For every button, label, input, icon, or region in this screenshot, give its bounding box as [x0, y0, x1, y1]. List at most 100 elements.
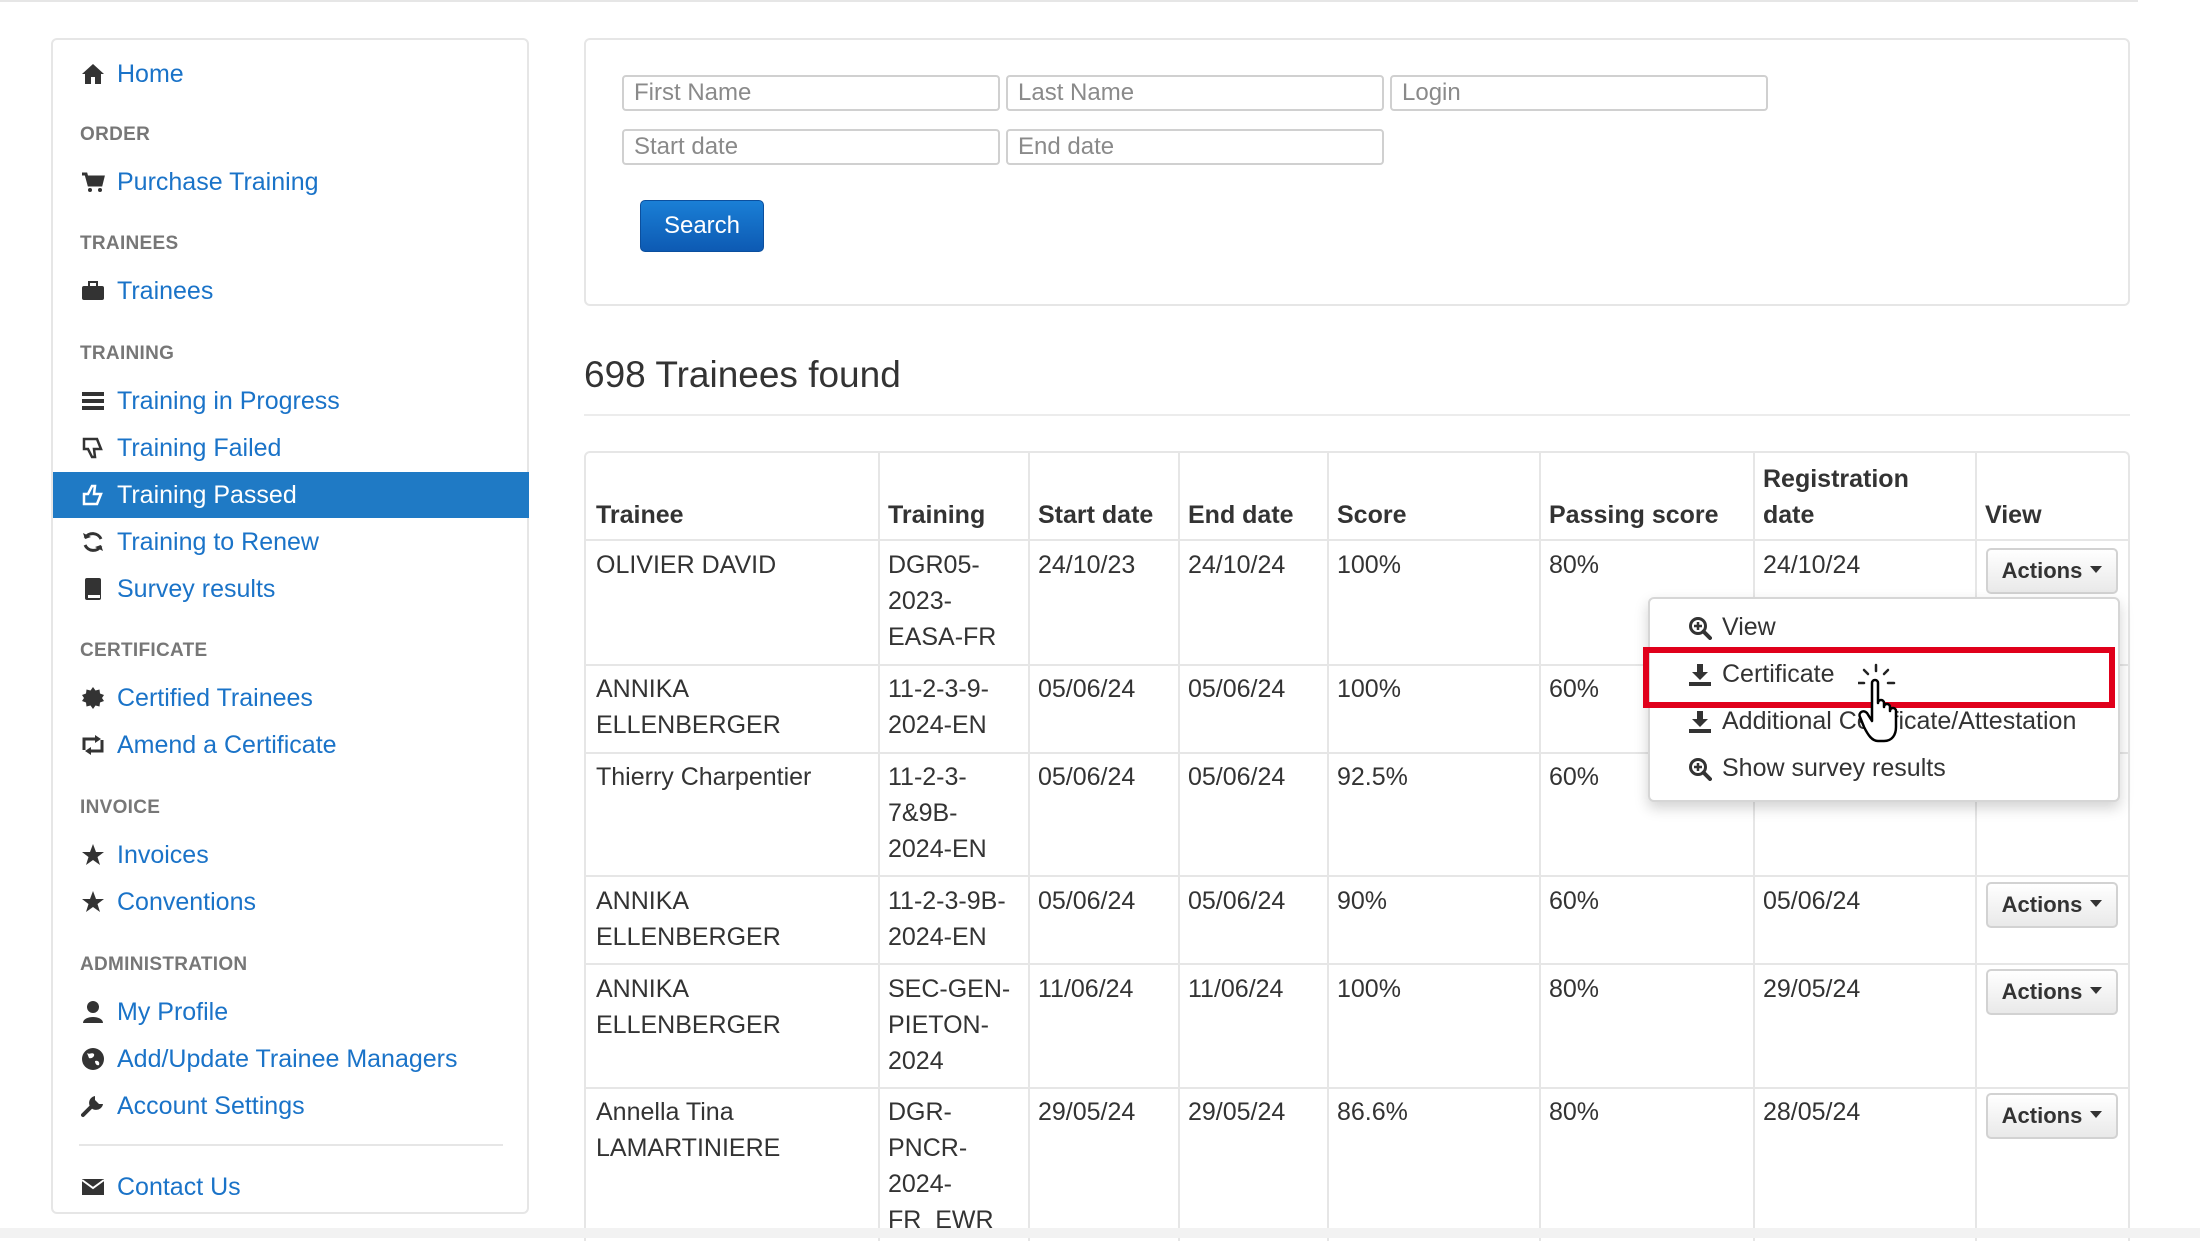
- cell-registration-date: 28/05/24: [1763, 1098, 1861, 1126]
- sidebar-item-my-profile[interactable]: My Profile: [53, 989, 529, 1035]
- caret-down-icon: [2090, 986, 2103, 994]
- star-icon: [80, 842, 106, 868]
- cell-training: DGR05- 2023- EASA-FR: [888, 551, 997, 651]
- cell-trainee: Annella Tina LAMARTINIERE: [596, 1098, 781, 1162]
- download-icon: [1688, 710, 1712, 734]
- cell-registration-date: 05/06/24: [1763, 887, 1861, 915]
- retweet-icon: [80, 732, 106, 758]
- caret-down-icon: [2090, 1110, 2103, 1118]
- sidebar-item-label: Certified Trainees: [117, 683, 313, 712]
- actions-label: Actions: [2001, 1103, 2083, 1128]
- results-count: 698 Trainees found: [584, 354, 901, 395]
- search-panel: Search: [584, 38, 2130, 306]
- sidebar-divider: [79, 1144, 503, 1146]
- sidebar-item-label: Invoices: [117, 840, 209, 869]
- menu-item-view[interactable]: View: [1688, 613, 1776, 642]
- sidebar-item-label: Add/Update Trainee Managers: [117, 1044, 458, 1073]
- header-registration-date: Registration date: [1763, 465, 1909, 529]
- sidebar-item-invoices[interactable]: Invoices: [53, 832, 529, 878]
- refresh-icon: [80, 529, 106, 555]
- cell-end-date: 11/06/24: [1188, 975, 1284, 1003]
- start-date-input[interactable]: [622, 129, 1000, 165]
- sidebar-item-label: Purchase Training: [117, 167, 319, 196]
- actions-button[interactable]: Actions: [1986, 969, 2118, 1015]
- header-start-date: Start date: [1038, 501, 1154, 529]
- row-divider: [586, 539, 2128, 541]
- envelope-icon: [80, 1174, 106, 1200]
- globe-icon: [80, 1046, 106, 1072]
- sidebar-item-purchase-training[interactable]: Purchase Training: [53, 159, 529, 205]
- sidebar-item-contact-us[interactable]: Contact Us: [53, 1164, 529, 1210]
- sidebar-item-label: Training Passed: [117, 480, 297, 509]
- cell-trainee: Thierry Charpentier: [596, 763, 812, 791]
- column-divider: [1975, 453, 1977, 1241]
- sidebar-item-survey-results[interactable]: Survey results: [53, 566, 529, 612]
- cell-end-date: 05/06/24: [1188, 887, 1286, 915]
- cell-score: 92.5%: [1337, 763, 1408, 791]
- sidebar-item-label: Trainees: [117, 276, 214, 305]
- menu-item-label: View: [1722, 613, 1776, 641]
- sidebar-item-add-update-managers[interactable]: Add/Update Trainee Managers: [53, 1036, 529, 1082]
- cell-passing-score: 80%: [1549, 1098, 1600, 1126]
- cell-passing-score: 80%: [1549, 975, 1600, 1003]
- first-name-input[interactable]: [622, 75, 1000, 111]
- sidebar-item-account-settings[interactable]: Account Settings: [53, 1083, 529, 1129]
- sidebar-item-training-failed[interactable]: Training Failed: [53, 425, 529, 471]
- caret-down-icon: [2090, 899, 2103, 907]
- search-button[interactable]: Search: [640, 200, 764, 252]
- cell-registration-date: 29/05/24: [1763, 975, 1861, 1003]
- cell-passing-score: 60%: [1549, 887, 1600, 915]
- column-divider: [1327, 453, 1329, 1241]
- cell-end-date: 24/10/24: [1188, 551, 1286, 579]
- actions-button[interactable]: Actions: [1986, 882, 2118, 928]
- wrench-icon: [80, 1093, 106, 1119]
- sidebar-item-label: My Profile: [117, 997, 229, 1026]
- hand-cursor-icon: [1858, 663, 1898, 743]
- column-divider: [1539, 453, 1541, 1241]
- header-passing-score: Passing score: [1549, 501, 1719, 529]
- thumbs-up-icon: [80, 482, 106, 508]
- row-divider: [586, 963, 2128, 965]
- sidebar-item-label: Home: [117, 59, 184, 88]
- cart-icon: [80, 169, 106, 195]
- sidebar-item-training-in-progress[interactable]: Training in Progress: [53, 378, 529, 424]
- cell-start-date: 11/06/24: [1038, 975, 1134, 1003]
- cell-score: 90%: [1337, 887, 1388, 915]
- sidebar-item-conventions[interactable]: Conventions: [53, 879, 529, 925]
- cell-passing-score: 60%: [1549, 763, 1600, 791]
- actions-label: Actions: [2001, 979, 2083, 1004]
- bottom-scroll-shadow: [0, 1228, 2200, 1238]
- cell-passing-score: 60%: [1549, 675, 1600, 703]
- cell-passing-score: 80%: [1549, 551, 1600, 579]
- sidebar-item-home[interactable]: Home: [53, 51, 529, 97]
- section-header-trainees: TRAINEES: [80, 233, 179, 254]
- column-divider: [878, 453, 880, 1241]
- zoom-in-icon: [1688, 616, 1712, 640]
- certificate-seal-icon: [80, 685, 106, 711]
- header-training: Training: [888, 501, 986, 529]
- sidebar-item-certified-trainees[interactable]: Certified Trainees: [53, 675, 529, 721]
- sidebar: Home ORDER Purchase Training TRAINEES Tr…: [51, 38, 529, 1214]
- sidebar-item-training-passed[interactable]: Training Passed: [53, 472, 529, 518]
- actions-label: Actions: [2001, 892, 2083, 917]
- sidebar-item-trainees[interactable]: Trainees: [53, 268, 529, 314]
- section-header-training: TRAINING: [80, 343, 175, 364]
- actions-button[interactable]: Actions: [1986, 548, 2118, 594]
- sidebar-item-label: Amend a Certificate: [117, 730, 337, 759]
- cell-score: 100%: [1337, 675, 1401, 703]
- section-header-administration: ADMINISTRATION: [80, 954, 248, 975]
- sidebar-item-training-to-renew[interactable]: Training to Renew: [53, 519, 529, 565]
- cell-score: 100%: [1337, 975, 1401, 1003]
- zoom-in-icon: [1688, 757, 1712, 781]
- actions-button[interactable]: Actions: [1986, 1093, 2118, 1139]
- header-view: View: [1985, 501, 2042, 529]
- end-date-input[interactable]: [1006, 129, 1384, 165]
- cell-start-date: 05/06/24: [1038, 763, 1136, 791]
- section-header-certificate: CERTIFICATE: [80, 640, 208, 661]
- last-name-input[interactable]: [1006, 75, 1384, 111]
- column-divider: [1178, 453, 1180, 1241]
- login-input[interactable]: [1390, 75, 1768, 111]
- sidebar-item-amend-certificate[interactable]: Amend a Certificate: [53, 722, 529, 768]
- menu-item-show-survey-results[interactable]: Show survey results: [1688, 754, 1946, 783]
- cell-score: 100%: [1337, 551, 1401, 579]
